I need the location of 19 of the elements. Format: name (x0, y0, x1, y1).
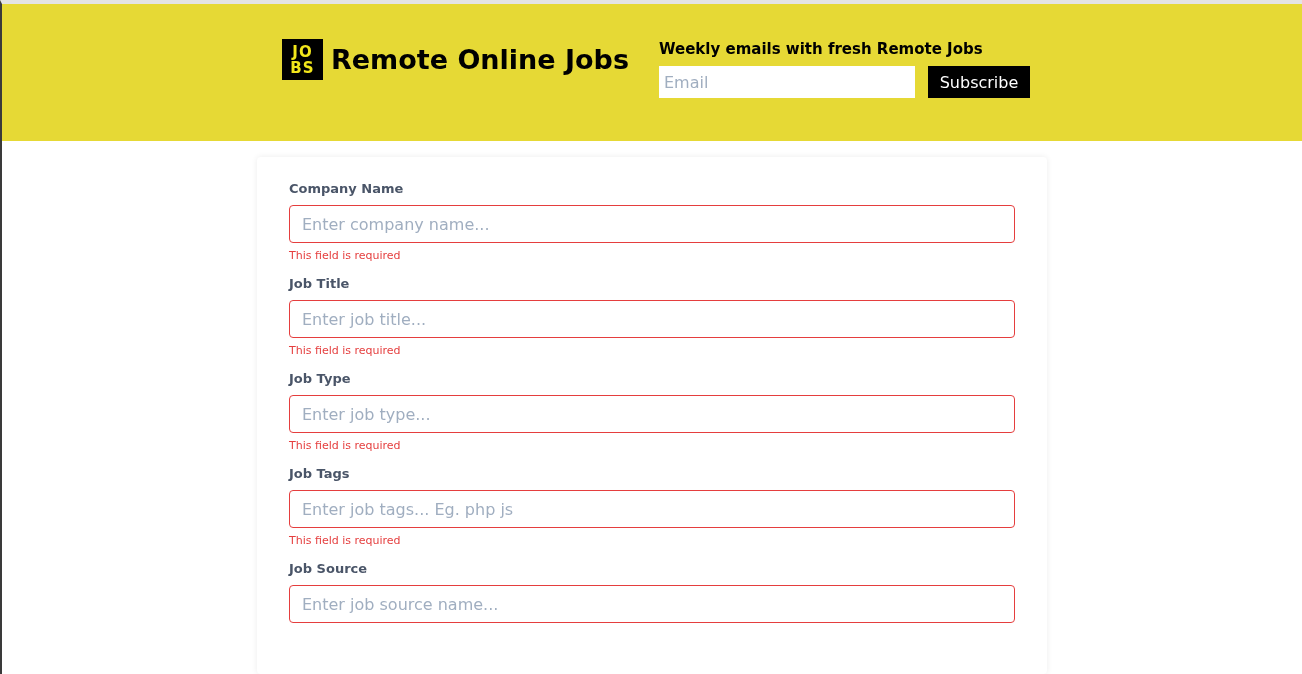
subscribe-button[interactable]: Subscribe (928, 66, 1030, 98)
field-label: Job Tags (289, 466, 351, 481)
error-message: This field is required (289, 439, 402, 452)
input-field[interactable]: Enter company name... (289, 205, 1015, 243)
field-label: Job Title (289, 276, 351, 291)
newsletter-heading: Weekly emails with fresh Remote Jobs (659, 40, 984, 58)
error-message: This field is required (289, 249, 402, 262)
site-title: Remote Online Jobs (331, 44, 629, 75)
error-message: This field is required (289, 344, 402, 357)
field-label: Job Type (289, 371, 352, 386)
input-field[interactable]: Enter job type... (289, 395, 1015, 433)
field-label: Job Source (289, 561, 369, 576)
field-label: Company Name (289, 181, 405, 196)
email-field[interactable]: Email (659, 66, 915, 98)
input-field[interactable]: Enter job title... (289, 300, 1015, 338)
error-message: This field is required (289, 534, 402, 547)
input-field[interactable]: Enter job source name... (289, 585, 1015, 623)
input-field[interactable]: Enter job tags... Eg. php js (289, 490, 1015, 528)
logo[interactable]: JO BS (282, 39, 323, 80)
